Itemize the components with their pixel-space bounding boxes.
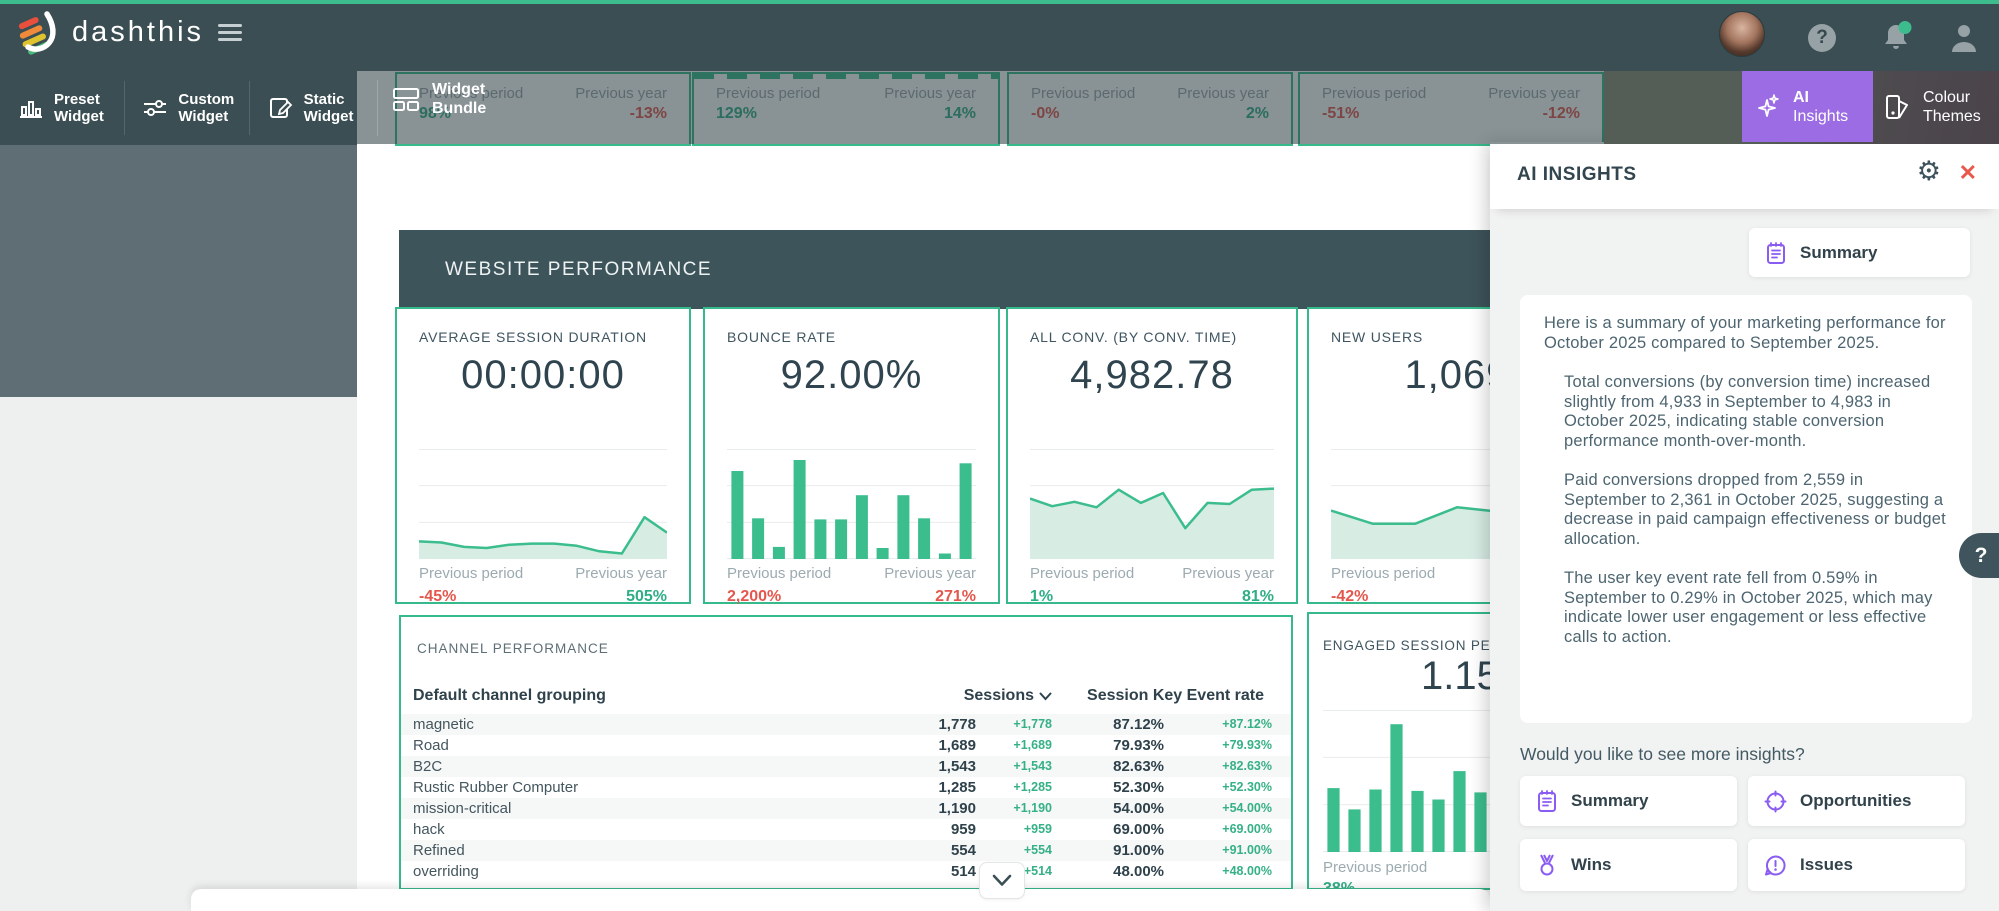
- brand-name: dashthis: [72, 16, 204, 49]
- kpi-card-bounce-rate: BOUNCE RATE 92.00% Previous period Previ…: [703, 307, 1000, 604]
- bar-chart-icon: [18, 96, 44, 120]
- bounce-rate-bar-chart: [727, 449, 976, 559]
- issue-bubble-icon: [1764, 854, 1787, 877]
- opportunities-chip-button[interactable]: Opportunities: [1748, 776, 1965, 826]
- left-dimmed-block: [0, 145, 357, 397]
- floating-help-button[interactable]: ?: [1959, 533, 1999, 578]
- expand-button[interactable]: [979, 862, 1025, 899]
- gear-icon[interactable]: ⚙: [1917, 156, 1941, 187]
- sparkle-icon: [1755, 92, 1783, 122]
- prev-period-label: Previous period: [1323, 859, 1427, 876]
- column-header-channel: Default channel grouping: [413, 687, 876, 705]
- accent-top-line: [0, 0, 1999, 4]
- sliders-icon: [142, 96, 168, 120]
- summary-tag-chip[interactable]: Summary: [1749, 228, 1970, 277]
- swatch-fan-icon: [1883, 93, 1913, 121]
- kpi-title: ALL CONV. (BY CONV. TIME): [1030, 329, 1237, 345]
- prev-period-value: -42%: [1331, 588, 1368, 606]
- prev-year-label: Previous year: [575, 565, 667, 582]
- table-row: Road 1,689 +1,689 79.93% +79.93%: [401, 735, 1291, 756]
- prev-year-label: Previous year: [1182, 565, 1274, 582]
- kpi-value: 00:00:00: [397, 353, 689, 398]
- medal-icon: [1536, 853, 1558, 877]
- widget-title: ENGAGED SESSION PER: [1323, 638, 1501, 653]
- widget-value: 1.15: [1421, 654, 1499, 699]
- sort-chevron-down-icon: [1039, 692, 1052, 701]
- static-widget-button[interactable]: StaticWidget: [250, 71, 357, 145]
- conversions-line-chart: [1030, 449, 1274, 559]
- notepad-icon: [1765, 241, 1787, 265]
- avatar[interactable]: [1719, 11, 1765, 57]
- table-row: hack 959 +959 69.00% +69.00%: [401, 819, 1291, 840]
- summary-paragraph: Total conversions (by conversion time) i…: [1544, 373, 1948, 451]
- kpi-title: BOUNCE RATE: [727, 329, 836, 345]
- user-account-icon[interactable]: [1950, 22, 1978, 54]
- column-header-session-key-event-rate: Session Key Event rate: [1052, 687, 1272, 705]
- panel-header: AI INSIGHTS ⚙ ✕: [1490, 142, 1999, 209]
- table-row: magnetic 1,778 +1,778 87.12% +87.12%: [401, 714, 1291, 735]
- table-row: Refined 554 +554 91.00% +91.00%: [401, 840, 1291, 861]
- target-icon: [1764, 790, 1787, 813]
- issues-chip-button[interactable]: Issues: [1748, 839, 1965, 891]
- ai-insights-button[interactable]: AIInsights: [1742, 71, 1873, 142]
- engaged-session-bar-chart: [1323, 710, 1491, 852]
- notifications-bell-icon[interactable]: [1880, 20, 1914, 54]
- help-icon[interactable]: ?: [1808, 24, 1836, 52]
- kpi-value: 4,982.78: [1008, 353, 1296, 398]
- section-title: WEBSITE PERFORMANCE: [445, 259, 712, 281]
- close-icon[interactable]: ✕: [1959, 160, 1977, 186]
- prev-period-label: Previous period: [1331, 565, 1435, 582]
- kpi-title: AVERAGE SESSION DURATION: [419, 329, 647, 345]
- prev-year-value: 81%: [1242, 588, 1274, 606]
- page-pencil-icon: [268, 96, 294, 120]
- kpi-card-average-session-duration: AVERAGE SESSION DURATION 00:00:00 Previo…: [395, 307, 691, 604]
- layout-bundle-icon: [392, 86, 420, 112]
- summary-paragraph: Paid conversions dropped from 2,559 in S…: [1544, 471, 1948, 549]
- summary-paragraph: Here is a summary of your marketing perf…: [1544, 314, 1948, 353]
- table-row: mission-critical 1,190 +1,190 54.00% +54…: [401, 798, 1291, 819]
- colour-themes-button[interactable]: ColourThemes: [1873, 71, 1999, 142]
- table-row: overriding 514 +514 48.00% +48.00%: [401, 861, 1291, 882]
- kpi-card-all-conversions: ALL CONV. (BY CONV. TIME) 4,982.78 Previ…: [1006, 307, 1298, 604]
- prev-year-value: 271%: [935, 588, 976, 606]
- prev-year-value: 505%: [626, 588, 667, 606]
- section-header-bar: WEBSITE PERFORMANCE: [399, 230, 1607, 309]
- menu-icon[interactable]: [218, 24, 242, 44]
- custom-widget-button[interactable]: CustomWidget: [124, 71, 248, 145]
- prev-year-label: Previous year: [884, 565, 976, 582]
- dashthis-logo-icon[interactable]: [14, 9, 64, 61]
- more-insights-prompt: Would you like to see more insights?: [1520, 744, 1805, 765]
- widget-bundle-button[interactable]: WidgetBundle: [392, 80, 486, 118]
- summary-chip-button[interactable]: Summary: [1520, 776, 1737, 826]
- table-row: B2C 1,543 +1,543 82.63% +82.63%: [401, 756, 1291, 777]
- toolbar-separator: [377, 80, 378, 136]
- app-window: Previous period Previous year 98% -13% P…: [0, 0, 1999, 911]
- panel-title: AI INSIGHTS: [1517, 164, 1637, 186]
- kpi-value: 92.00%: [705, 353, 998, 398]
- prev-period-value: 2,200%: [727, 588, 781, 606]
- widget-toolbar: PresetWidget CustomWidget StaticWidget: [0, 71, 357, 145]
- table-body: magnetic 1,778 +1,778 87.12% +87.12% Roa…: [401, 714, 1291, 882]
- summary-paragraph: The user key event rate fell from 0.59% …: [1544, 569, 1948, 647]
- session-duration-line-chart: [419, 449, 667, 559]
- ai-summary-text: Here is a summary of your marketing perf…: [1520, 295, 1972, 723]
- column-header-sessions[interactable]: Sessions: [876, 687, 1052, 705]
- channel-performance-widget: CHANNEL PERFORMANCE Default channel grou…: [399, 615, 1293, 890]
- prev-period-label: Previous period: [419, 565, 523, 582]
- table-title: CHANNEL PERFORMANCE: [417, 641, 609, 656]
- notepad-icon: [1536, 789, 1558, 813]
- kpi-title: NEW USERS: [1331, 329, 1423, 345]
- wins-chip-button[interactable]: Wins: [1520, 839, 1737, 891]
- preset-widget-button[interactable]: PresetWidget: [0, 71, 124, 145]
- chevron-down-icon: [992, 874, 1012, 887]
- bottom-sheet: [191, 889, 1490, 911]
- prev-period-label: Previous period: [1030, 565, 1134, 582]
- table-row: Rustic Rubber Computer 1,285 +1,285 52.3…: [401, 777, 1291, 798]
- prev-period-value: -45%: [419, 588, 456, 606]
- app-header: dashthis ?: [0, 0, 1999, 71]
- prev-period-value: 1%: [1030, 588, 1053, 606]
- ai-insights-panel: AI INSIGHTS ⚙ ✕ Summary Here is a summar…: [1490, 142, 1999, 911]
- prev-period-label: Previous period: [727, 565, 831, 582]
